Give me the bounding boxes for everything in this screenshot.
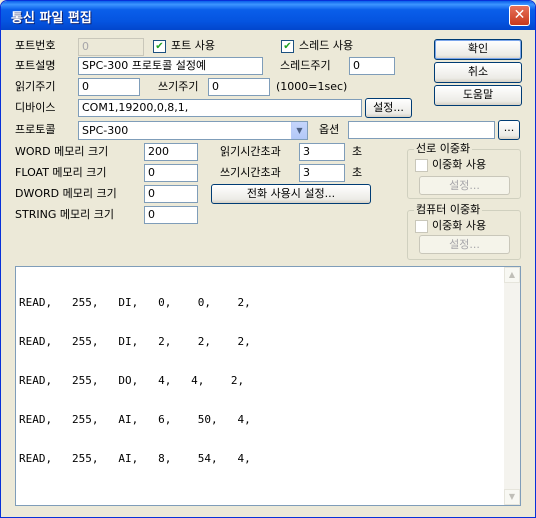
option-browse-button[interactable]: ...: [498, 120, 520, 140]
string-size-label: STRING 메모리 크기: [15, 208, 114, 221]
dword-size-label: DWORD 메모리 크기: [15, 187, 117, 200]
port-desc-field[interactable]: SPC-300 프로토콜 설정예: [78, 57, 263, 75]
thread-cycle-label: 스레드주기: [280, 59, 331, 72]
protocol-label: 프로토콜: [15, 123, 56, 136]
pc-redundancy-checkbox[interactable]: [415, 220, 428, 233]
word-size-label: WORD 메모리 크기: [15, 145, 109, 158]
window-title: 통신 파일 편집: [11, 11, 92, 26]
line-redundancy-check-label: 이중화 사용: [432, 158, 487, 171]
float-size-label: FLOAT 메모리 크기: [15, 166, 107, 179]
write-cycle-field[interactable]: 0: [208, 78, 270, 96]
port-use-checkbox[interactable]: ✔: [153, 40, 166, 53]
dword-size-field[interactable]: 0: [144, 185, 198, 203]
pc-redundancy-setup-button[interactable]: 설정...: [419, 235, 510, 254]
protocol-value: SPC-300: [82, 124, 129, 137]
read-cycle-field[interactable]: 0: [78, 78, 140, 96]
cancel-button[interactable]: 취소: [434, 62, 522, 83]
title-bar[interactable]: 통신 파일 편집 ✕: [1, 1, 535, 30]
thread-cycle-field[interactable]: 0: [349, 57, 395, 75]
command-line: READ, 255, AI, 6, 50, 4,: [19, 413, 251, 426]
chevron-down-icon[interactable]: ▼: [291, 122, 307, 139]
command-text-area[interactable]: READ, 255, DI, 0, 0, 2, READ, 255, DI, 2…: [15, 266, 521, 506]
scroll-up-icon[interactable]: ▲: [504, 267, 520, 283]
pc-redundancy-check-label: 이중화 사용: [432, 219, 487, 232]
line-redundancy-setup-button[interactable]: 설정...: [419, 176, 510, 195]
phone-setup-button[interactable]: 전화 사용시 설정...: [211, 184, 371, 204]
option-label: 옵션: [319, 123, 340, 136]
port-number-field[interactable]: 0: [78, 38, 144, 56]
line-redundancy-checkbox[interactable]: [415, 159, 428, 172]
read-timeout-unit: 초: [352, 145, 363, 158]
read-timeout-field[interactable]: 3: [299, 143, 345, 161]
port-use-label: 포트 사용: [171, 39, 215, 52]
line-redundancy-title: 선로 이중화: [414, 142, 473, 156]
port-number-label: 포트번호: [15, 39, 56, 52]
pc-redundancy-title: 컴퓨터 이중화: [414, 203, 483, 217]
scroll-down-icon[interactable]: ▼: [504, 489, 520, 505]
command-line: READ, 255, DI, 0, 0, 2,: [19, 296, 251, 309]
device-setup-button[interactable]: 설정...: [365, 98, 412, 118]
write-cycle-label: 쓰기주기: [158, 80, 199, 93]
device-field[interactable]: COM1,19200,0,8,1,: [78, 99, 362, 117]
ok-button[interactable]: 확인: [434, 39, 522, 60]
command-line: READ, 255, DI, 2, 2, 2,: [19, 335, 251, 348]
thread-use-checkbox[interactable]: ✔: [281, 40, 294, 53]
cycle-unit-label: (1000=1sec): [276, 80, 348, 93]
command-lines: READ, 255, DI, 0, 0, 2, READ, 255, DI, 2…: [19, 270, 251, 491]
write-timeout-label: 쓰기시간초과: [220, 166, 281, 179]
help-button[interactable]: 도움말: [434, 85, 522, 106]
edit-comm-file-dialog: 통신 파일 편집 ✕ 포트번호 0 ✔ 포트 사용 ✔ 스레드 사용 포트설명 …: [0, 0, 536, 518]
device-label: 디바이스: [15, 101, 56, 114]
write-timeout-unit: 초: [352, 166, 363, 179]
read-timeout-label: 읽기시간초과: [220, 145, 281, 158]
word-size-field[interactable]: 200: [144, 143, 198, 161]
protocol-select[interactable]: SPC-300 ▼: [78, 121, 308, 140]
vertical-scrollbar[interactable]: ▲ ▼: [504, 267, 520, 505]
float-size-field[interactable]: 0: [144, 164, 198, 182]
command-line: READ, 255, DO, 4, 4, 2,: [19, 374, 245, 387]
write-timeout-field[interactable]: 3: [299, 164, 345, 182]
read-cycle-label: 읽기주기: [15, 80, 56, 93]
port-desc-label: 포트설명: [15, 59, 56, 72]
string-size-field[interactable]: 0: [144, 206, 198, 224]
command-line: READ, 255, AI, 8, 54, 4,: [19, 452, 251, 465]
close-button[interactable]: ✕: [509, 5, 530, 26]
thread-use-label: 스레드 사용: [299, 39, 354, 52]
option-field[interactable]: [348, 121, 495, 139]
